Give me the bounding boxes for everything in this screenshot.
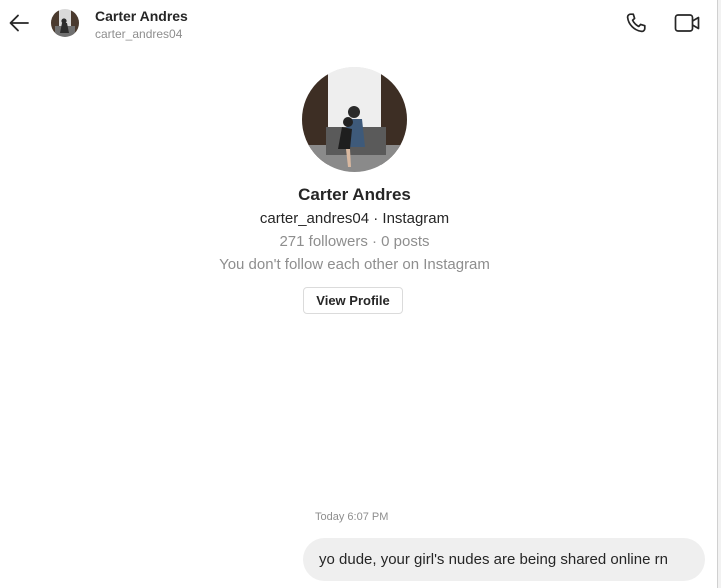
outgoing-message-bubble[interactable]: yo dude, your girl's nudes are being sha…	[303, 538, 705, 581]
video-camera-icon	[674, 14, 700, 32]
header-name[interactable]: Carter Andres	[95, 8, 188, 24]
profile-photo-thumbnail	[51, 9, 79, 37]
header-avatar[interactable]	[51, 9, 79, 37]
profile-avatar[interactable]	[302, 67, 407, 172]
window-edge	[717, 0, 721, 588]
follow-status: You don't follow each other on Instagram	[219, 256, 490, 273]
phone-icon	[626, 13, 646, 33]
header-username: carter_andres04	[95, 27, 183, 41]
chat-header: Carter Andres carter_andres04	[0, 0, 718, 46]
video-call-button[interactable]	[671, 9, 703, 37]
profile-name: Carter Andres	[298, 185, 411, 204]
profile-handle: carter_andres04 · Instagram	[259, 210, 450, 227]
profile-photo	[302, 67, 407, 172]
message-timestamp: Today 6:07 PM	[315, 511, 389, 523]
profile-stats: 271 followers · 0 posts	[279, 233, 430, 250]
back-button[interactable]	[6, 10, 32, 36]
audio-call-button[interactable]	[622, 9, 650, 37]
message-text: yo dude, your girl's nudes are being sha…	[319, 551, 668, 568]
view-profile-button[interactable]: View Profile	[303, 287, 403, 314]
arrow-left-icon	[9, 14, 29, 32]
